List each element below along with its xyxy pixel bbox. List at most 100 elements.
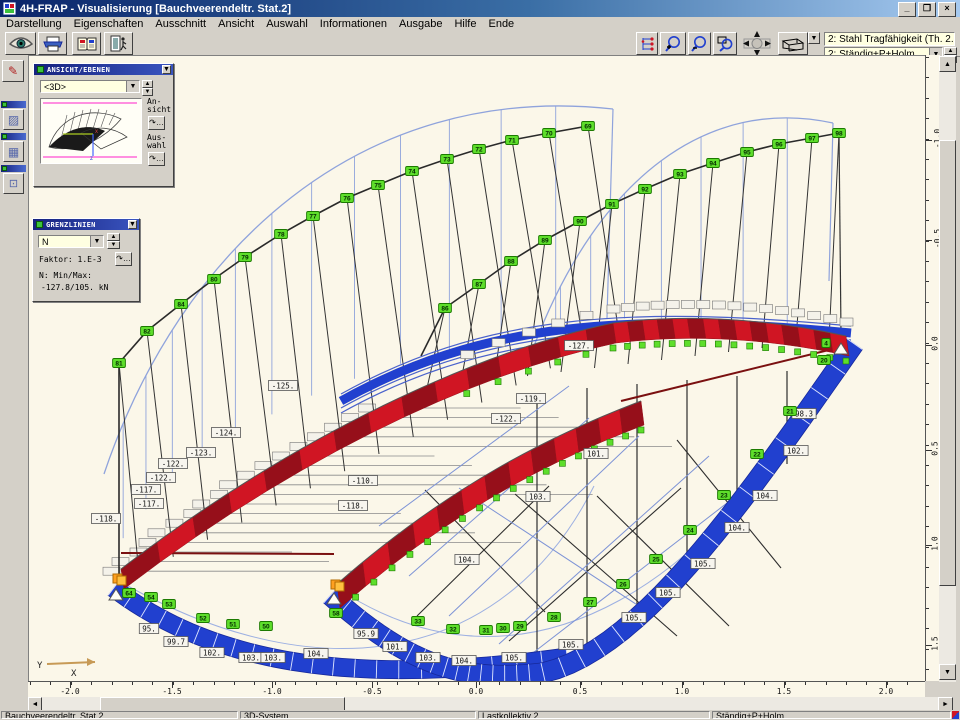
maximize-button[interactable]: ❐ [918, 2, 936, 17]
minimize-button[interactable]: _ [898, 2, 916, 17]
status-segment: Ständig+P+Holm [712, 711, 951, 719]
mini-value-box [636, 302, 649, 310]
value-label: -124. [215, 429, 238, 438]
print-button[interactable] [38, 32, 67, 55]
projection-curve [337, 338, 846, 636]
node-label: 64 [125, 590, 133, 597]
mini-node-box [389, 565, 395, 571]
x-axis-label: -0.5 [362, 687, 381, 696]
value-label: 102. [203, 649, 221, 658]
menu-item-eigenschaften[interactable]: Eigenschaften [68, 18, 150, 30]
value-label: 104. [307, 650, 325, 659]
menu-item-ausgabe[interactable]: Ausgabe [393, 18, 448, 30]
horizontal-scrollbar[interactable]: ◄ ► [28, 697, 953, 711]
menu-item-ansicht[interactable]: Ansicht [212, 18, 260, 30]
mini-panel-titlebar[interactable] [1, 165, 26, 172]
title-bar[interactable]: 4H-FRAP - Visualisierung [Bauchveerendel… [0, 0, 960, 17]
zoom-in-button[interactable] [660, 32, 686, 55]
apply-view-button[interactable]: ↷… [148, 116, 165, 130]
close-button[interactable]: × [938, 2, 956, 17]
panel-grenzlinien[interactable]: GRENZLINIEN ▼ N ▼ ▲▼ Faktor: 1.E-3 ↷… N:… [32, 218, 140, 302]
levels-tree-icon [640, 36, 655, 52]
x-axis-label: -1.5 [162, 687, 181, 696]
vertical-scrollbar[interactable]: ▲ ▼ [939, 56, 956, 682]
edit-tool-button[interactable]: ✎ [2, 60, 24, 82]
node-label: 82 [143, 328, 151, 335]
node-label: 77 [309, 213, 317, 220]
hatch-panel-button[interactable]: ▨ [3, 109, 24, 130]
tie-member [621, 348, 837, 401]
hanger-line [549, 133, 585, 351]
mini-node-box [625, 343, 631, 349]
result-type-spinner[interactable]: ▲▼ [107, 233, 120, 249]
values-panel-button[interactable]: ⊡ [3, 173, 24, 194]
bracing-diagonal-secondary [529, 486, 749, 656]
support-marker [335, 582, 344, 591]
view-preview-thumbnail: x z [41, 99, 139, 161]
view-3d-box-button[interactable] [778, 32, 808, 55]
x-axis-label: -2.0 [60, 687, 79, 696]
menu-item-auswahl[interactable]: Auswahl [260, 18, 314, 30]
node-label: 96 [775, 141, 783, 148]
support-marker [117, 576, 126, 585]
view-preview[interactable]: x z [40, 98, 142, 164]
compression-envelope-bar [435, 369, 470, 402]
horizontal-scroll-thumb[interactable] [100, 697, 345, 711]
mini-value-box [580, 311, 593, 319]
apply-faktor-button[interactable]: ↷… [115, 252, 132, 266]
grid-panel-button[interactable]: ▦ [3, 141, 24, 162]
scroll-right-arrow[interactable]: ► [938, 697, 953, 711]
scroll-up-arrow[interactable]: ▲ [939, 56, 956, 72]
node-label: 58 [332, 610, 340, 617]
compression-envelope-bar [193, 493, 232, 537]
node-label: 24 [686, 527, 694, 534]
compression-envelope-bar [598, 409, 623, 442]
mini-value-box [492, 339, 505, 347]
mini-node-box [353, 594, 359, 600]
result-type-arrow[interactable]: ▼ [90, 236, 103, 247]
view-3d-dropdown[interactable]: ▼ [808, 32, 820, 44]
panel-ansicht-close[interactable]: ▼ [162, 65, 171, 74]
view-eye-button[interactable] [5, 32, 36, 55]
x-axis-label: 1.0 [675, 687, 689, 696]
scroll-down-arrow[interactable]: ▼ [939, 664, 956, 680]
node-label: 86 [441, 305, 449, 312]
view-select-spinner[interactable]: ▲▼ [142, 80, 153, 93]
help-book-button[interactable] [72, 32, 101, 55]
status-bar: Bauchveerendeltr. Stat.23D-SystemLastkol… [0, 710, 960, 720]
result-type-value: N [39, 237, 90, 247]
node-label: 75 [374, 182, 382, 189]
panel-grenzlinien-titlebar[interactable]: GRENZLINIEN ▼ [33, 219, 139, 230]
pan-pad[interactable] [741, 30, 773, 57]
panel-grenzlinien-close[interactable]: ▼ [128, 220, 137, 229]
app-icon [3, 2, 16, 15]
menu-item-ende[interactable]: Ende [482, 18, 520, 30]
zoom-out-icon [690, 35, 709, 53]
levels-tree-button[interactable] [636, 32, 658, 55]
mini-value-box [760, 305, 773, 313]
zoom-out-button[interactable] [688, 32, 711, 55]
menu-item-ausschnitt[interactable]: Ausschnitt [149, 18, 212, 30]
menu-item-darstellung[interactable]: Darstellung [0, 18, 68, 30]
panel-ansicht-titlebar[interactable]: ANSICHT/EBENEN ▼ [34, 64, 173, 75]
value-label: -122. [150, 474, 173, 483]
zoom-window-button[interactable] [713, 32, 737, 55]
apply-selection-button[interactable]: ↷… [148, 152, 165, 166]
analysis-combo[interactable]: 2: Stahl Tragfähigkeit (Th. 2. O ▼ [824, 32, 955, 46]
result-type-combo[interactable]: N ▼ [38, 235, 104, 248]
view-select-combo[interactable]: <3D> ▼ [40, 80, 140, 93]
panel-ansicht-ebenen[interactable]: ANSICHT/EBENEN ▼ <3D> ▼ ▲▼ x z [33, 63, 174, 187]
menu-item-informationen[interactable]: Informationen [314, 18, 393, 30]
vertical-scroll-thumb[interactable] [939, 140, 956, 586]
mini-panel-titlebar[interactable] [1, 133, 26, 140]
scroll-left-arrow[interactable]: ◄ [28, 697, 42, 711]
mini-panel-titlebar[interactable] [1, 101, 26, 108]
menu-item-hilfe[interactable]: Hilfe [448, 18, 482, 30]
bracing-diagonal-secondary [459, 488, 651, 614]
mini-value-box [522, 328, 535, 336]
exit-button[interactable] [104, 32, 133, 55]
view-select-arrow[interactable]: ▼ [126, 81, 139, 92]
mini-value-box [792, 309, 805, 317]
mini-node-box [843, 358, 849, 364]
node-label: 23 [720, 492, 728, 499]
